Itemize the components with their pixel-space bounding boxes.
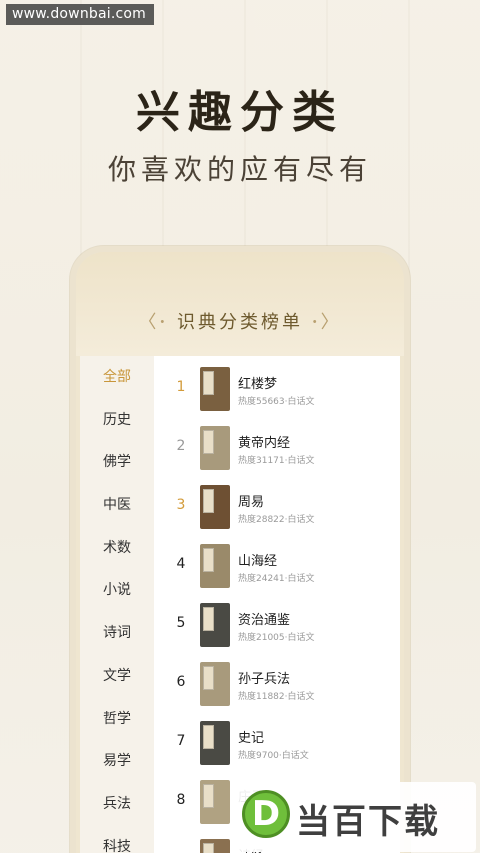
sidebar-item-3[interactable]: 中医 [80,484,154,527]
rank-number: 4 [176,556,186,572]
watermark-url: www.downbai.com [6,4,154,25]
book-row[interactable]: 1 红楼梦热度55663·白话文 [154,361,400,420]
dot-icon: • [311,317,321,329]
sidebar-item-11[interactable]: 科技 [80,826,154,853]
phone-mockup: 〈• 识典分类榜单 •〉 全部 历史 佛学 中医 术数 小说 诗词 文学 哲学 易学 兵法 科技 1红… [70,246,410,853]
book-row[interactable]: 6 孙子兵法热度11882·白话文 [154,656,400,715]
rank-number: 3 [176,497,186,513]
cover-label [203,548,214,572]
book-meta: 热度28822·白话文 [238,515,315,525]
book-row[interactable]: 4 山海经热度24241·白话文 [154,538,400,597]
sidebar-item-2[interactable]: 佛学 [80,441,154,484]
cover-label [203,843,214,853]
panel-header: 〈• 识典分类榜单 •〉 [76,252,404,356]
sidebar-item-9[interactable]: 易学 [80,740,154,783]
book-row[interactable]: 5 资治通鉴热度21005·白话文 [154,597,400,656]
book-cover[interactable] [200,780,230,824]
book-cover[interactable] [200,839,230,853]
cover-label [203,725,214,749]
sidebar-item-4[interactable]: 术数 [80,527,154,570]
sidebar-item-10[interactable]: 兵法 [80,783,154,826]
book-title[interactable]: 周易 [238,491,264,510]
watermark-logo: D 当百下载 [238,782,476,852]
book-title[interactable]: 史记 [238,727,264,746]
book-title[interactable]: 资治通鉴 [238,609,290,628]
sidebar-item-0[interactable]: 全部 [80,356,154,399]
book-row[interactable]: 7 史记热度9700·白话文 [154,715,400,774]
rank-number: 1 [176,379,186,395]
cover-label [203,784,214,808]
sidebar-item-6[interactable]: 诗词 [80,612,154,655]
sidebar-item-5[interactable]: 小说 [80,569,154,612]
book-meta: 热度21005·白话文 [238,633,315,643]
cover-label [203,666,214,690]
book-cover[interactable] [200,426,230,470]
sidebar-item-7[interactable]: 文学 [80,655,154,698]
book-cover[interactable] [200,485,230,529]
cover-label [203,489,214,513]
rank-number: 8 [176,792,186,808]
right-bracket-icon: 〉 [320,312,342,333]
book-cover[interactable] [200,544,230,588]
hero-title: 兴趣分类 [136,87,344,138]
logo-text: 当百下载 [296,802,440,842]
rank-number: 7 [176,733,186,749]
rank-number: 6 [176,674,186,690]
category-sidebar: 全部 历史 佛学 中医 术数 小说 诗词 文学 哲学 易学 兵法 科技 [80,356,154,853]
dot-icon: • [159,317,169,329]
cover-label [203,430,214,454]
rank-number: 2 [176,438,186,454]
book-row[interactable]: 3 周易热度28822·白话文 [154,479,400,538]
book-title[interactable]: 黄帝内经 [238,432,290,451]
book-meta: 热度31171·白话文 [238,456,315,466]
book-title[interactable]: 红楼梦 [238,373,277,392]
panel-title: 识典分类榜单 [177,312,303,333]
book-cover[interactable] [200,603,230,647]
book-meta: 热度9700·白话文 [238,751,309,761]
sidebar-item-1[interactable]: 历史 [80,399,154,442]
book-meta: 热度24241·白话文 [238,574,315,584]
panel-title-row: 〈• 识典分类榜单 •〉 [76,308,404,334]
book-title[interactable]: 山海经 [238,550,277,569]
cover-label [203,607,214,631]
book-meta: 热度11882·白话文 [238,692,315,702]
cover-label [203,371,214,395]
rank-number: 5 [176,615,186,631]
left-bracket-icon: 〈 [138,312,160,333]
logo-d-icon: D [242,790,290,838]
book-row[interactable]: 2 黄帝内经热度31171·白话文 [154,420,400,479]
sidebar-item-8[interactable]: 哲学 [80,698,154,741]
book-cover[interactable] [200,721,230,765]
ranking-list: 1 红楼梦热度55663·白话文 2 黄帝内经热度31171·白话文 3 周易热度2882… [154,356,400,853]
hero-subtitle: 你喜欢的应有尽有 [107,153,372,186]
book-meta: 热度55663·白话文 [238,397,315,407]
book-title[interactable]: 孙子兵法 [238,668,290,687]
book-cover[interactable] [200,367,230,411]
book-cover[interactable] [200,662,230,706]
